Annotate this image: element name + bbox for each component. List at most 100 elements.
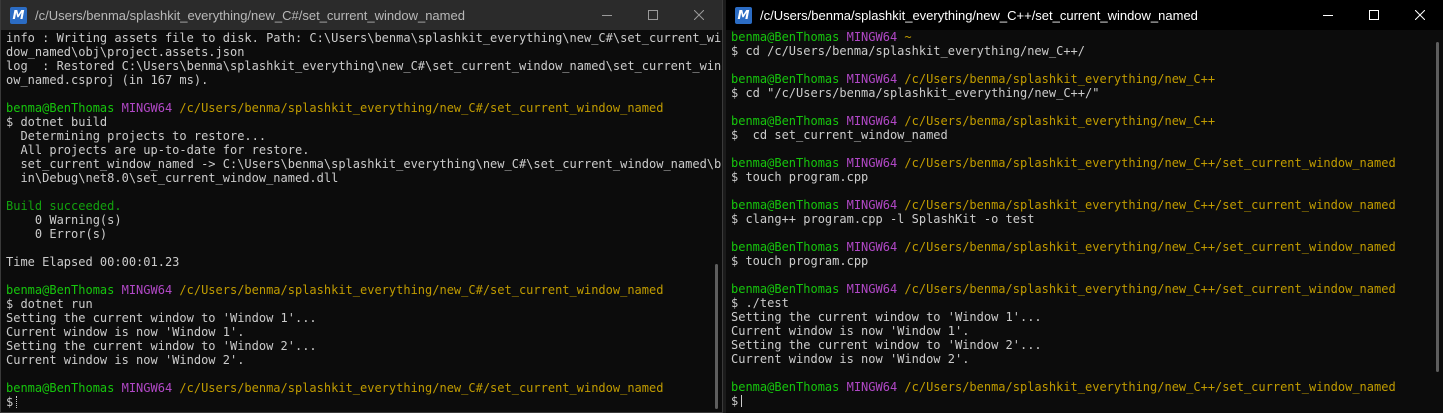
prompt-path: /c/Users/benma/splashkit_everything/new_…: [904, 380, 1396, 394]
maximize-icon: [648, 10, 658, 20]
terminal-text: Setting the current window to 'Window 2'…: [731, 338, 1042, 352]
terminal-text: $ cd "/c/Users/benma/splashkit_everythin…: [731, 86, 1100, 100]
prompt-system: MINGW64: [846, 156, 905, 170]
terminal-text: $ touch program.cpp: [731, 170, 869, 184]
minimize-icon: [1323, 15, 1333, 16]
terminal-text: $: [731, 394, 739, 408]
terminal-text: $: [6, 395, 14, 409]
terminal-text: 0 Warning(s): [6, 213, 122, 227]
terminal-text: set_current_window_named -> C:\Users\ben…: [6, 157, 722, 171]
scrollbar-thumb[interactable]: [715, 264, 718, 409]
terminal-line: benma@BenThomas MINGW64 /c/Users/benma/s…: [731, 156, 1443, 170]
terminal-line: in\Debug\net8.0\set_current_window_named…: [6, 171, 722, 185]
terminal-text: Setting the current window to 'Window 1'…: [731, 310, 1042, 324]
terminal-text: info : Writing assets file to disk. Path…: [6, 31, 723, 45]
terminal-window-csharp[interactable]: M /c/Users/benma/splashkit_everything/ne…: [0, 0, 723, 413]
prompt-path: /c/Users/benma/splashkit_everything/new_…: [904, 282, 1396, 296]
prompt-user: benma@BenThomas: [6, 101, 122, 115]
prompt-path: /c/Users/benma/splashkit_everything/new_…: [904, 72, 1216, 86]
close-icon: [1415, 10, 1425, 20]
terminal-line: $ dotnet run: [6, 297, 722, 311]
prompt-user: benma@BenThomas: [731, 114, 847, 128]
terminal-text: 0 Error(s): [6, 227, 108, 241]
prompt-path: /c/Users/benma/splashkit_everything/new_…: [179, 101, 664, 115]
terminal-text: Setting the current window to 'Window 2'…: [6, 339, 317, 353]
close-button[interactable]: [1397, 0, 1443, 30]
prompt-user: benma@BenThomas: [6, 283, 122, 297]
prompt-path: /c/Users/benma/splashkit_everything/new_…: [179, 283, 664, 297]
terminal-text: ow_named.csproj (in 167 ms).: [6, 73, 209, 87]
prompt-user: benma@BenThomas: [6, 381, 122, 395]
prompt-system: MINGW64: [846, 282, 905, 296]
terminal-text: $ touch program.cpp: [731, 254, 869, 268]
text-cursor: [741, 395, 743, 407]
prompt-system: MINGW64: [846, 72, 905, 86]
terminal-text: $ clang++ program.cpp -l SplashKit -o te…: [731, 212, 1035, 226]
terminal-line: benma@BenThomas MINGW64 /c/Users/benma/s…: [731, 282, 1443, 296]
terminal-text: Current window is now 'Window 2'.: [6, 353, 245, 367]
terminal-line: $ ./test: [731, 296, 1443, 310]
terminal-line: $: [731, 394, 1443, 408]
terminal-line: All projects are up-to-date for restore.: [6, 143, 722, 157]
terminal-window-cpp[interactable]: M /c/Users/benma/splashkit_everything/ne…: [726, 0, 1443, 413]
prompt-user: benma@BenThomas: [731, 240, 847, 254]
terminal-line: benma@BenThomas MINGW64 /c/Users/benma/s…: [731, 114, 1443, 128]
prompt-path: /c/Users/benma/splashkit_everything/new_…: [179, 381, 664, 395]
window-title: /c/Users/benma/splashkit_everything/new_…: [35, 7, 465, 23]
prompt-path: /c/Users/benma/splashkit_everything/new_…: [904, 198, 1396, 212]
terminal-line: dow_named\obj\project.assets.json: [6, 45, 722, 59]
prompt-user: benma@BenThomas: [731, 30, 847, 44]
minimize-button[interactable]: [584, 0, 630, 30]
terminal-text: $ cd set_current_window_named: [731, 128, 948, 142]
terminal-line: $ dotnet build: [6, 115, 722, 129]
terminal-text: Time Elapsed 00:00:01.23: [6, 255, 180, 269]
text-cursor: [16, 396, 18, 408]
terminal-text: All projects are up-to-date for restore.: [6, 143, 310, 157]
terminal-line: Current window is now 'Window 2'.: [731, 352, 1443, 366]
prompt-system: MINGW64: [121, 283, 180, 297]
prompt-system: MINGW64: [846, 198, 905, 212]
prompt-path: /c/Users/benma/splashkit_everything/new_…: [904, 240, 1396, 254]
terminal-output[interactable]: benma@BenThomas MINGW64 ~ $ cd /c/Users/b…: [731, 30, 1443, 413]
prompt-system: MINGW64: [121, 381, 180, 395]
prompt-system: MINGW64: [846, 240, 905, 254]
terminal-text: Current window is now 'Window 2'.: [731, 352, 970, 366]
terminal-line: Determining projects to restore...: [6, 129, 722, 143]
window-controls: [584, 0, 722, 30]
prompt-system: MINGW64: [846, 114, 905, 128]
terminal-line: Setting the current window to 'Window 1'…: [6, 311, 722, 325]
terminal-line: benma@BenThomas MINGW64 ~: [731, 30, 1443, 44]
terminal-line: Setting the current window to 'Window 2'…: [731, 338, 1443, 352]
terminal-line: Build succeeded.: [6, 199, 722, 213]
title-bar[interactable]: M /c/Users/benma/splashkit_everything/ne…: [726, 0, 1443, 30]
terminal-output[interactable]: info : Writing assets file to disk. Path…: [6, 31, 722, 412]
minimize-button[interactable]: [1305, 0, 1351, 30]
terminal-line: Time Elapsed 00:00:01.23: [6, 255, 722, 269]
close-button[interactable]: [676, 0, 722, 30]
scrollbar-thumb[interactable]: [1436, 42, 1439, 372]
desktop: M /c/Users/benma/splashkit_everything/ne…: [0, 0, 1443, 413]
terminal-text: Build succeeded.: [6, 199, 122, 213]
terminal-line: Current window is now 'Window 1'.: [6, 325, 722, 339]
terminal-line: benma@BenThomas MINGW64 /c/Users/benma/s…: [6, 381, 722, 395]
prompt-user: benma@BenThomas: [731, 72, 847, 86]
window-title: /c/Users/benma/splashkit_everything/new_…: [760, 7, 1198, 23]
terminal-text: dow_named\obj\project.assets.json: [6, 45, 245, 59]
terminal-line: Setting the current window to 'Window 1'…: [731, 310, 1443, 324]
terminal-line: benma@BenThomas MINGW64 /c/Users/benma/s…: [731, 72, 1443, 86]
terminal-line: $ touch program.cpp: [731, 254, 1443, 268]
terminal-line: $: [6, 395, 722, 409]
title-bar[interactable]: M /c/Users/benma/splashkit_everything/ne…: [1, 0, 722, 30]
prompt-path: ~: [904, 30, 912, 44]
maximize-icon: [1369, 10, 1379, 20]
maximize-button[interactable]: [630, 0, 676, 30]
minimize-icon: [602, 15, 612, 16]
prompt-system: MINGW64: [846, 30, 905, 44]
maximize-button[interactable]: [1351, 0, 1397, 30]
